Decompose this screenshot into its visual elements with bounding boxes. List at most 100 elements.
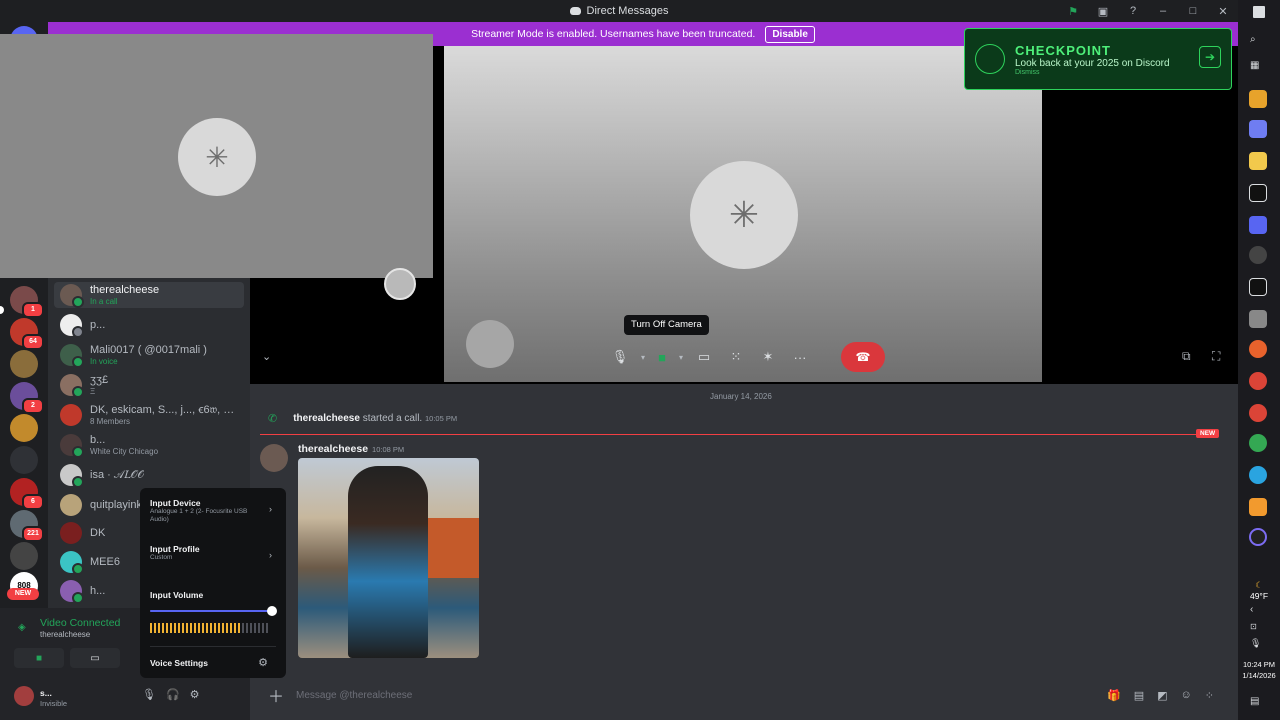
meter-bar [254, 623, 256, 633]
chevron-down-icon[interactable]: ▾ [636, 342, 650, 372]
avatar[interactable] [260, 444, 288, 472]
copilot-icon[interactable] [1249, 120, 1267, 138]
headphones-icon[interactable]: 🎧 [166, 688, 180, 701]
message-image[interactable] [298, 458, 479, 658]
message-author[interactable]: therealcheese 10:08 PM [298, 443, 404, 455]
search-icon[interactable]: ⌕ [1250, 34, 1256, 45]
chrome-icon[interactable] [1249, 372, 1267, 390]
apps-icon[interactable]: ⁘ [1205, 689, 1214, 702]
popout-icon[interactable]: ⧉ [1182, 349, 1191, 364]
app-icon[interactable] [1249, 528, 1267, 546]
arrow-right-icon[interactable]: ➔ [1199, 46, 1221, 68]
minimize-icon[interactable]: – [1156, 4, 1170, 18]
more-options-icon[interactable]: ··· [784, 342, 816, 372]
server-icon[interactable] [10, 542, 38, 570]
group-avatar [60, 404, 82, 426]
dm-item[interactable]: isa · 𝒜𝐿𝒪𝒪 [54, 462, 244, 488]
message-composer[interactable]: ＋ Message @therealcheese 🎁 ▤ ◩ ☺ ⁘ [260, 680, 1228, 710]
app-icon[interactable] [1249, 310, 1267, 328]
app-icon[interactable] [1249, 278, 1267, 296]
meter-bar [154, 623, 156, 633]
popout-video-window[interactable]: ✳ [0, 34, 433, 300]
participant-avatar[interactable] [466, 320, 514, 368]
maximize-icon[interactable]: □ [1186, 4, 1200, 18]
system-clock[interactable]: 10:24 PM 1/14/2026 [1240, 660, 1278, 681]
task-view-icon[interactable]: ▦ [1250, 60, 1259, 71]
activities-icon[interactable]: ⁙ [720, 342, 752, 372]
inbox-icon[interactable]: ▣ [1096, 4, 1110, 18]
weather-widget[interactable]: ☾ 49°F [1244, 580, 1274, 601]
input-profile-item[interactable]: Input Profile Custom › [150, 544, 276, 562]
file-explorer-icon[interactable] [1249, 152, 1267, 170]
dm-item[interactable]: ʒʒ£ Ξ [54, 372, 244, 398]
unread-pip [0, 306, 4, 314]
windows-start-icon[interactable] [1253, 6, 1265, 18]
fullscreen-icon[interactable]: ⛶ [1212, 349, 1220, 364]
flag-icon[interactable]: ⚑ [1066, 4, 1080, 18]
input-device-item[interactable]: Input Device Analogue 1 + 2 (2- Focusrit… [150, 498, 276, 525]
avatar [60, 522, 82, 544]
disable-streamer-button[interactable]: Disable [765, 25, 815, 43]
server-icon[interactable] [10, 414, 38, 442]
chrome-icon[interactable] [1249, 404, 1267, 422]
gift-icon[interactable]: 🎁 [1107, 689, 1121, 702]
chrome-icon[interactable] [1249, 434, 1267, 452]
chat-area: January 14, 2026 ✆ therealcheese started… [250, 384, 1238, 720]
emoji-icon[interactable]: ☺ [1181, 689, 1192, 702]
gif-icon[interactable]: ▤ [1134, 689, 1144, 702]
input-volume-slider[interactable] [150, 606, 277, 616]
meter-bar [198, 623, 200, 633]
firefox-icon[interactable] [1249, 340, 1267, 358]
avatar [60, 374, 84, 398]
meter-bar [166, 623, 168, 633]
screen-share-button[interactable]: ▭ [70, 648, 120, 668]
end-call-button[interactable]: ☎ [841, 342, 885, 372]
fl-studio-icon[interactable] [1249, 498, 1267, 516]
checkpoint-promo[interactable]: CHECKPOINT Look back at your 2025 on Dis… [964, 28, 1232, 90]
camera-button[interactable]: ■ [650, 342, 674, 372]
sticker-icon[interactable]: ◩ [1157, 689, 1167, 702]
dm-item[interactable]: therealcheese In a call [54, 282, 244, 308]
microphone-icon[interactable]: 🎙 [604, 342, 636, 372]
close-icon[interactable]: ✕ [1216, 4, 1230, 18]
chevron-left-icon[interactable]: ‹ [1250, 604, 1253, 615]
microphone-icon[interactable]: 🎙 [142, 688, 156, 701]
camera-toggle-button[interactable]: ■ [14, 648, 64, 668]
meter-bar [186, 623, 188, 633]
dm-item[interactable]: Mali0017 ( @0017mali ) In voice [54, 342, 244, 368]
signal-icon[interactable]: ◈ [18, 622, 26, 633]
input-level-meter [150, 623, 268, 633]
microphone-icon[interactable]: 🎙 [1250, 638, 1261, 649]
discord-icon [569, 7, 581, 15]
capcut-icon[interactable] [1249, 184, 1267, 202]
screen-share-icon[interactable]: ▭ [688, 342, 720, 372]
server-icon[interactable] [10, 350, 38, 378]
soundboard-icon[interactable]: ✶ [752, 342, 784, 372]
gear-icon[interactable]: ⚙ [190, 688, 200, 701]
notifications-icon[interactable]: ▤ [1250, 696, 1259, 707]
store-icon[interactable] [1249, 90, 1267, 108]
help-icon[interactable]: ? [1126, 4, 1140, 18]
slider-handle[interactable] [267, 606, 277, 616]
network-icon[interactable]: ⊡ [1250, 622, 1257, 631]
video-tile[interactable]: ✳ [444, 46, 1042, 382]
meter-bar [222, 623, 224, 633]
server-icon[interactable] [10, 446, 38, 474]
discord-icon[interactable] [1249, 216, 1267, 234]
voice-settings-item[interactable]: Voice Settings ⚙ [150, 657, 276, 669]
edge-icon[interactable] [1249, 466, 1267, 484]
dismiss-link[interactable]: Dismiss [1015, 69, 1170, 76]
chevron-down-icon[interactable]: ▾ [674, 342, 688, 372]
avatar [60, 314, 84, 338]
message-input[interactable]: Message @therealcheese [296, 690, 412, 701]
app-icon[interactable] [1249, 246, 1267, 264]
moon-icon: ☾ [1255, 580, 1263, 590]
meter-bar [190, 623, 192, 633]
dm-item[interactable]: b... White City Chicago [54, 432, 244, 458]
add-attachment-icon[interactable]: ＋ [268, 683, 284, 707]
meter-bar [178, 623, 180, 633]
dm-item[interactable]: DK, eskicam, S..., j..., ꞓ6𝔴, Chr... 8 Me… [54, 402, 244, 428]
avatar[interactable] [14, 686, 34, 706]
collapse-chevron-icon[interactable]: ⌄ [262, 350, 271, 363]
dm-item[interactable]: p... [54, 312, 244, 338]
